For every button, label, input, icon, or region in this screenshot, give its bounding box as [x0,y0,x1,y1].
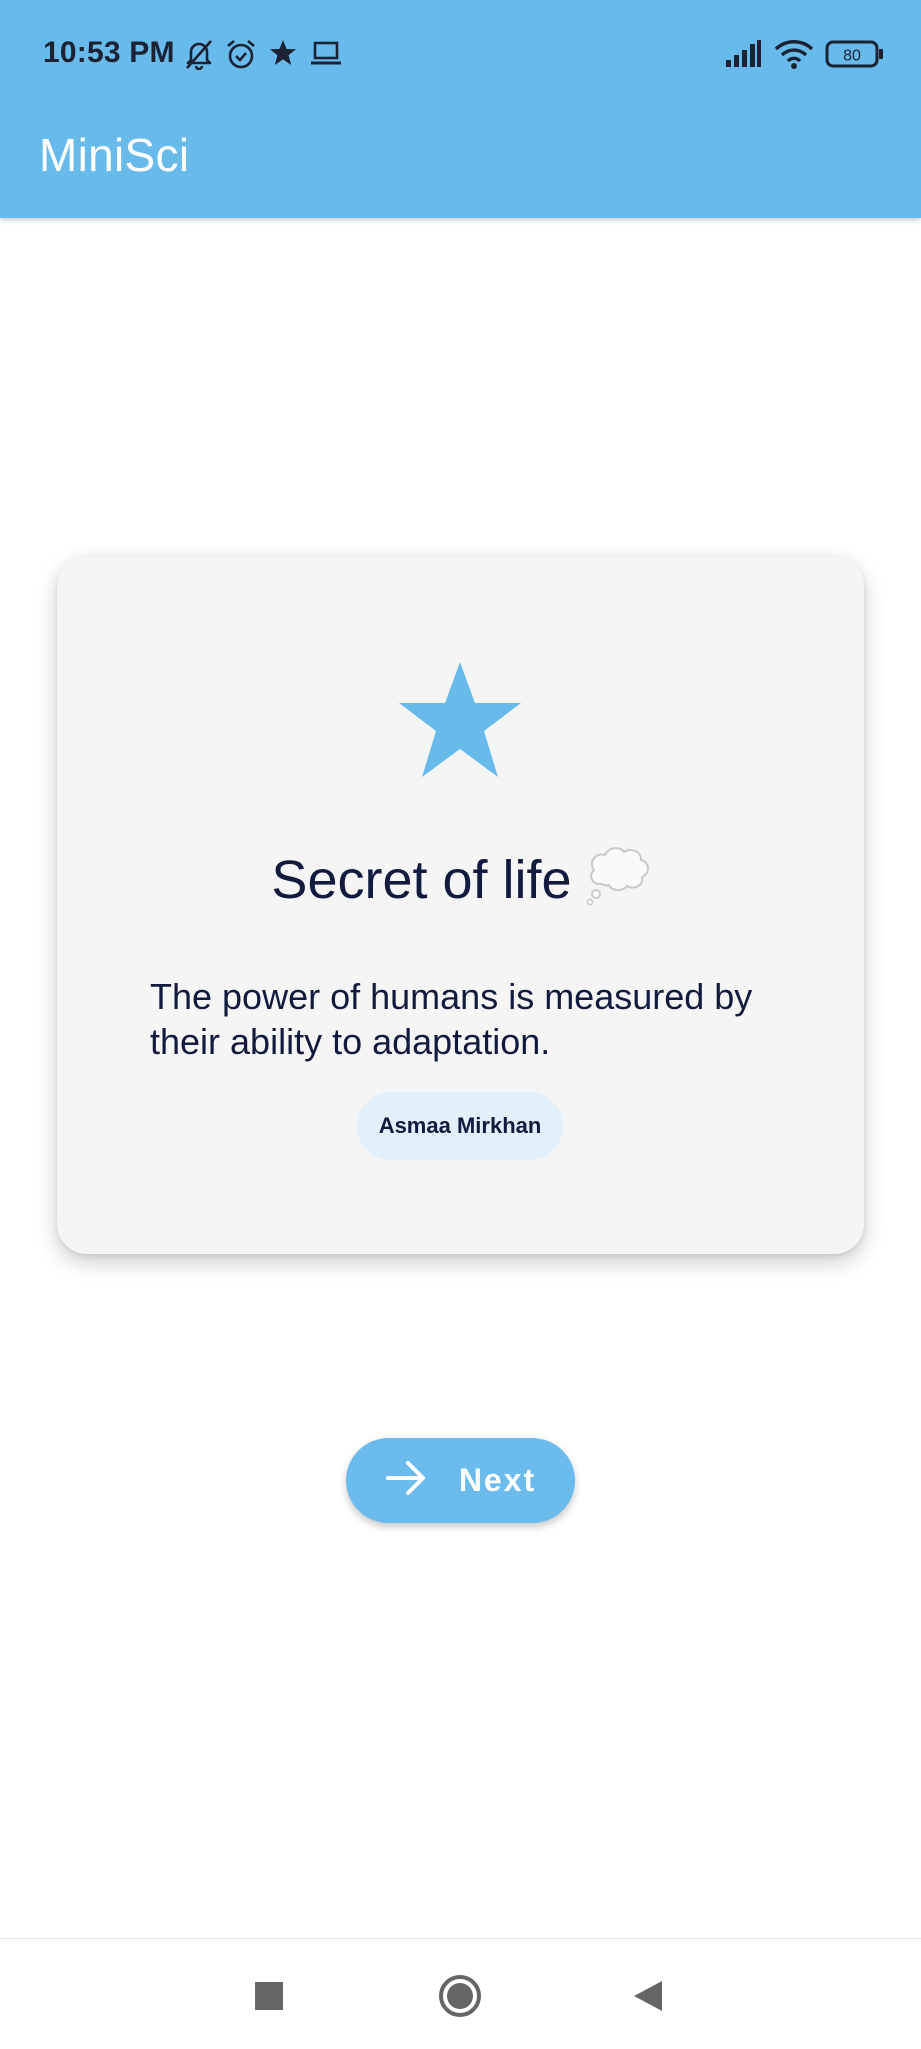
system-nav-bar [0,1938,921,2049]
status-bar: 10:53 PM 80 [0,0,921,110]
quote-title-text: Secret of life [271,850,572,910]
author-chip: Asmaa Mirkhan [357,1092,563,1160]
wifi-icon [774,38,814,75]
recents-square-icon[interactable] [254,1981,284,2016]
alarm-icon [225,38,257,75]
star-icon [397,660,523,785]
next-button-label: Next [458,1462,537,1498]
quote-title: Secret of life [57,844,864,919]
laptop-icon [310,38,342,73]
home-circle-icon[interactable] [438,1974,482,2023]
arrow-right-icon [385,1458,429,1503]
battery-level: 80 [843,48,861,65]
thought-balloon-icon [586,844,650,919]
author-name: Asmaa Mirkhan [378,1113,542,1138]
notifications-off-icon [184,38,214,75]
quote-card: Secret of life The power of humans is me… [57,556,864,1254]
status-time: 10:53 PM [43,36,175,69]
app-header: 10:53 PM 80 MiniSci [0,0,921,218]
quote-text: The power of humans is measured by their… [150,976,753,1062]
signal-icon [725,40,761,73]
back-triangle-icon[interactable] [632,1979,664,2018]
battery-icon: 80 [825,40,885,73]
star-icon [268,38,298,73]
next-button[interactable]: Next [346,1438,575,1523]
app-title: MiniSci [39,129,190,181]
